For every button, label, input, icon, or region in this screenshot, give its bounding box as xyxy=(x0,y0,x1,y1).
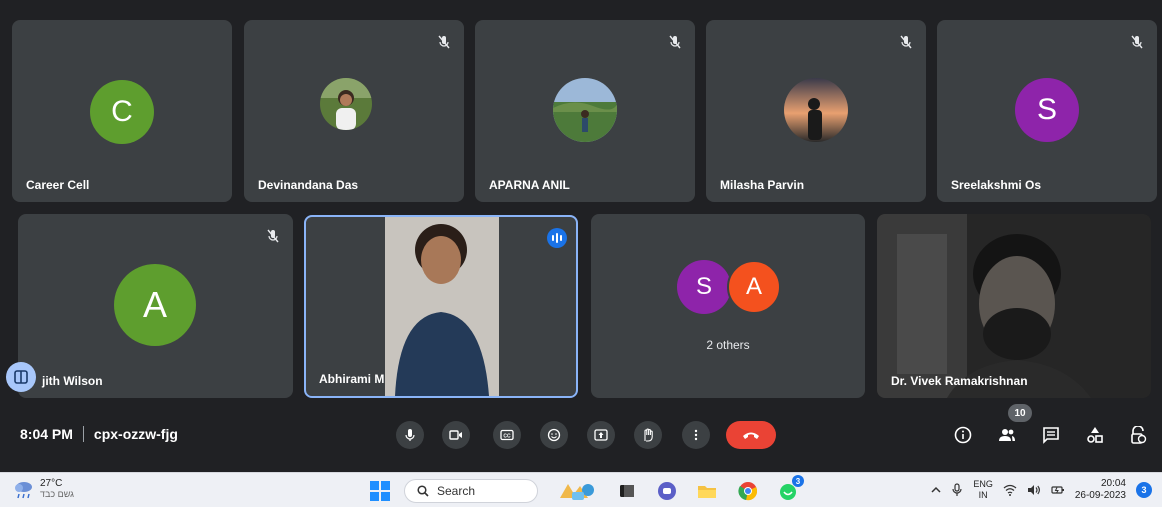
present-button[interactable] xyxy=(587,421,615,449)
taskbar-date: 26-09-2023 xyxy=(1074,490,1126,501)
captions-icon: CC xyxy=(500,429,514,441)
battery-icon[interactable] xyxy=(1051,484,1065,496)
activities-button[interactable] xyxy=(1084,424,1106,446)
participant-tile-career-cell[interactable]: C Career Cell xyxy=(12,20,232,202)
participant-name: Devinandana Das xyxy=(258,178,359,192)
teams-chat-icon[interactable] xyxy=(656,480,678,502)
mic-icon xyxy=(405,429,415,441)
file-explorer-icon[interactable] xyxy=(696,480,718,502)
temperature: 27°C xyxy=(40,478,63,489)
whatsapp-icon[interactable]: 3 xyxy=(778,475,804,502)
search-label: Search xyxy=(437,484,476,498)
chevron-up-icon[interactable] xyxy=(931,485,941,495)
mic-off-icon xyxy=(1131,35,1143,49)
participant-name: Sreelakshmi Os xyxy=(951,178,1042,192)
side-panel-toggle-button[interactable] xyxy=(6,362,36,392)
meeting-details-button[interactable] xyxy=(952,424,974,446)
reactions-button[interactable] xyxy=(540,421,568,449)
wifi-icon[interactable] xyxy=(1003,484,1017,496)
more-vert-icon xyxy=(694,429,698,441)
active-speaker-border xyxy=(304,215,578,398)
participant-name: Career Cell xyxy=(26,178,90,192)
participant-name: jith Wilson xyxy=(42,374,103,388)
participant-tile-milasha[interactable]: Milasha Parvin xyxy=(706,20,926,202)
meeting-code: cpx-ozzw-fjg xyxy=(93,426,178,442)
start-button[interactable] xyxy=(370,481,390,501)
clock[interactable]: 20:04 26-09-2023 xyxy=(1075,478,1126,502)
svg-text:CC: CC xyxy=(503,434,511,440)
camera-button[interactable] xyxy=(442,421,470,449)
microphone-tray-icon[interactable] xyxy=(951,483,963,497)
people-count-badge: 10 xyxy=(1008,404,1032,422)
current-time: 8:04 PM xyxy=(20,426,73,442)
avatar: A xyxy=(114,264,196,346)
task-view-icon[interactable] xyxy=(616,480,638,502)
avatar: C xyxy=(90,80,154,144)
volume-icon[interactable] xyxy=(1027,484,1041,496)
lang-top: ENG xyxy=(973,479,993,489)
chat-icon xyxy=(1043,427,1059,444)
avatar-photo xyxy=(784,78,848,142)
host-controls-button[interactable] xyxy=(1127,424,1149,446)
avatar-photo xyxy=(553,78,617,142)
windows-taskbar: 27°C גשם כבד Search 3 ENG IN 20:04 26-09… xyxy=(0,472,1162,507)
participant-name: APARNA ANIL xyxy=(489,178,570,192)
system-tray: ENG IN 20:04 26-09-2023 3 xyxy=(931,478,1152,502)
weather-widget[interactable]: 27°C גשם כבד xyxy=(12,478,74,500)
present-screen-icon xyxy=(594,429,608,441)
input-language[interactable]: ENG IN xyxy=(973,479,993,501)
lang-bottom: IN xyxy=(978,490,988,500)
participant-tile-aparna[interactable]: APARNA ANIL xyxy=(475,20,695,202)
avatar: A xyxy=(727,260,781,314)
avatar-photo xyxy=(320,78,372,130)
windows-logo-icon xyxy=(370,481,390,501)
meeting-info: 8:04 PM cpx-ozzw-fjg xyxy=(20,426,178,442)
panel-icon xyxy=(14,370,28,384)
participant-name: Milasha Parvin xyxy=(720,178,805,192)
widgets-app-icon[interactable] xyxy=(558,480,598,502)
camera-icon xyxy=(449,430,462,440)
notification-badge[interactable]: 3 xyxy=(1136,482,1152,498)
chrome-icon[interactable] xyxy=(737,480,759,502)
microphone-button[interactable] xyxy=(396,421,424,449)
participant-tile-ajith[interactable]: A jith Wilson xyxy=(18,214,293,398)
participant-tile-sreelakshmi[interactable]: S Sreelakshmi Os xyxy=(937,20,1157,202)
mic-off-icon xyxy=(900,35,912,49)
control-bar: 8:04 PM cpx-ozzw-fjg CC xyxy=(0,410,1162,460)
divider xyxy=(82,426,84,442)
whatsapp-badge: 3 xyxy=(792,475,804,487)
weather-condition: גשם כבד xyxy=(40,489,74,499)
people-button[interactable] xyxy=(996,424,1018,446)
lock-person-icon xyxy=(1131,426,1147,444)
weather-rain-icon xyxy=(15,482,32,499)
avatar: S xyxy=(677,260,731,314)
search-icon xyxy=(417,485,429,497)
info-icon xyxy=(954,426,972,444)
people-icon xyxy=(999,429,1015,441)
avatar: S xyxy=(1015,78,1079,142)
mic-off-icon xyxy=(438,35,450,49)
video-feed xyxy=(877,214,1151,398)
mic-off-icon xyxy=(669,35,681,49)
hand-icon xyxy=(644,428,653,442)
emoji-icon xyxy=(547,428,561,442)
captions-button[interactable]: CC xyxy=(493,421,521,449)
chat-button[interactable] xyxy=(1040,424,1062,446)
mic-off-icon xyxy=(267,229,279,243)
others-label: 2 others xyxy=(706,338,750,352)
participant-tile-vivek[interactable]: Dr. Vivek Ramakrishnan xyxy=(877,214,1151,398)
participant-name: Dr. Vivek Ramakrishnan xyxy=(891,374,1028,388)
taskbar-time: 20:04 xyxy=(1100,478,1126,489)
participant-tile-devinandana[interactable]: Devinandana Das xyxy=(244,20,464,202)
more-options-button[interactable] xyxy=(682,421,710,449)
participant-tile-others[interactable]: S A 2 others xyxy=(591,214,865,398)
raise-hand-button[interactable] xyxy=(634,421,662,449)
meet-window: C Career Cell Devinandana Das APARNA ANI… xyxy=(0,0,1162,507)
end-call-button[interactable] xyxy=(726,421,776,449)
phone-hangup-icon xyxy=(743,432,759,439)
shapes-icon xyxy=(1087,427,1103,443)
taskbar-search[interactable]: Search xyxy=(404,479,538,503)
